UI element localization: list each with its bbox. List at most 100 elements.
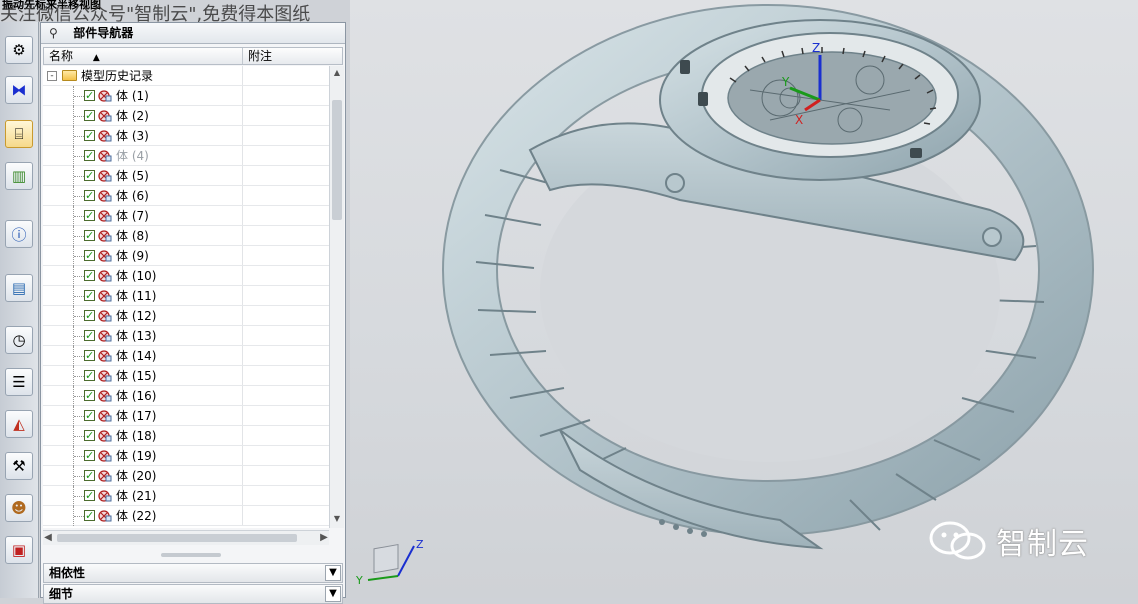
tree-body-row[interactable]: ✓ 体 (9) xyxy=(43,246,329,266)
scroll-up-icon[interactable]: ▲ xyxy=(332,68,342,80)
visibility-checkbox[interactable]: ✓ xyxy=(84,350,95,361)
info-button[interactable]: ⓘ xyxy=(5,220,33,248)
history-button[interactable]: ◷ xyxy=(5,326,33,354)
panel-splitter[interactable] xyxy=(161,553,221,557)
tree-body-row[interactable]: ✓ 体 (16) xyxy=(43,386,329,406)
horizontal-scrollbar[interactable]: ◀ ▶ xyxy=(43,530,329,545)
visibility-checkbox[interactable]: ✓ xyxy=(84,450,95,461)
scroll-down-icon[interactable]: ▼ xyxy=(332,514,342,526)
visibility-checkbox[interactable]: ✓ xyxy=(84,190,95,201)
visibility-checkbox[interactable]: ✓ xyxy=(84,130,95,141)
part-navigator-button[interactable]: ⌸ xyxy=(5,120,33,148)
hscroll-thumb[interactable] xyxy=(57,534,297,542)
team-button[interactable]: ☻ xyxy=(5,494,33,522)
pin-icon[interactable]: ⚲ xyxy=(49,23,61,43)
visibility-checkbox[interactable]: ✓ xyxy=(84,170,95,181)
color-roles-icon: ◭ xyxy=(13,415,25,433)
scroll-thumb[interactable] xyxy=(332,100,342,220)
tree-body-row[interactable]: ✓ 体 (17) xyxy=(43,406,329,426)
chevron-down-icon[interactable]: ▼ xyxy=(325,586,341,602)
tree-body-row[interactable]: ✓ 体 (12) xyxy=(43,306,329,326)
triad-z-label: Z xyxy=(812,41,820,55)
palette-button[interactable]: ▣ xyxy=(5,536,33,564)
body-label: 体 (12) xyxy=(116,309,157,323)
body-label: 体 (16) xyxy=(116,389,157,403)
tree-body-row[interactable]: ✓ 体 (8) xyxy=(43,226,329,246)
visibility-checkbox[interactable]: ✓ xyxy=(84,110,95,121)
chevron-down-icon[interactable]: ▼ xyxy=(325,565,341,581)
dependency-section[interactable]: 相依性 ▼ xyxy=(43,563,343,583)
visibility-checkbox[interactable]: ✓ xyxy=(84,390,95,401)
tree-body-row[interactable]: ✓ 体 (5) xyxy=(43,166,329,186)
tree-connector xyxy=(74,516,84,517)
tree-body-row[interactable]: ✓ 体 (2) xyxy=(43,106,329,126)
tree-body-row[interactable]: ✓ 体 (14) xyxy=(43,346,329,366)
visibility-checkbox[interactable]: ✓ xyxy=(84,90,95,101)
tree-body-row[interactable]: ✓ 体 (15) xyxy=(43,366,329,386)
visibility-checkbox[interactable]: ✓ xyxy=(84,370,95,381)
tree-connector xyxy=(74,96,84,97)
brand-watermark: 智制云 xyxy=(928,519,1089,563)
tree-root-row[interactable]: - 模型历史记录 xyxy=(43,66,329,86)
vertical-scrollbar[interactable]: ▲ ▼ xyxy=(329,66,344,528)
details-section[interactable]: 细节 ▼ xyxy=(43,584,343,604)
reuse-library-button[interactable]: ▥ xyxy=(5,162,33,190)
visibility-checkbox[interactable]: ✓ xyxy=(84,470,95,481)
watch-model[interactable]: Z Y X xyxy=(350,0,1138,598)
tree-body-row[interactable]: ✓ 体 (19) xyxy=(43,446,329,466)
visibility-checkbox[interactable]: ✓ xyxy=(84,510,95,521)
web-browser-button[interactable]: ▤ xyxy=(5,274,33,302)
visibility-checkbox[interactable]: ✓ xyxy=(84,230,95,241)
tree-body-row[interactable]: ✓ 体 (1) xyxy=(43,86,329,106)
tree-body-row[interactable]: ✓ 体 (3) xyxy=(43,126,329,146)
visibility-checkbox[interactable]: ✓ xyxy=(84,150,95,161)
part-navigator-panel: ⚲ 部件导航器 名称 ▲ 附注 - 模型历史记录 ✓ 体 (1) ✓ 体 (2) ✓ 体 … xyxy=(40,22,346,604)
visibility-checkbox[interactable]: ✓ xyxy=(84,290,95,301)
note-cell xyxy=(242,86,329,105)
assembly-icon: ⚙ xyxy=(12,41,26,59)
column-note-header[interactable]: 附注 xyxy=(243,48,342,64)
graphics-viewport[interactable]: Z Y X Z Y 智制云 xyxy=(350,0,1138,598)
visibility-checkbox[interactable]: ✓ xyxy=(84,270,95,281)
solid-body-icon xyxy=(98,430,112,442)
tree-connector xyxy=(74,376,84,377)
constraint-icon: ⧓ xyxy=(11,81,27,99)
visibility-checkbox[interactable]: ✓ xyxy=(84,310,95,321)
solid-body-icon xyxy=(98,210,112,222)
scroll-right-icon[interactable]: ▶ xyxy=(319,531,329,545)
tree-body-row[interactable]: ✓ 体 (20) xyxy=(43,466,329,486)
tree-body-row[interactable]: ✓ 体 (6) xyxy=(43,186,329,206)
part-navigator-icon: ⌸ xyxy=(14,125,24,143)
tree-body-row[interactable]: ✓ 体 (21) xyxy=(43,486,329,506)
collapse-icon[interactable]: - xyxy=(47,71,57,81)
assembly-navigator-button[interactable]: ⚙ xyxy=(5,36,33,64)
tree-body-row[interactable]: ✓ 体 (10) xyxy=(43,266,329,286)
note-cell xyxy=(242,186,329,205)
body-label: 体 (11) xyxy=(116,289,157,303)
system-scene-button[interactable]: ⚒ xyxy=(5,452,33,480)
body-label: 体 (19) xyxy=(116,449,157,463)
visibility-checkbox[interactable]: ✓ xyxy=(84,490,95,501)
tree-body-row[interactable]: ✓ 体 (13) xyxy=(43,326,329,346)
process-studio-button[interactable]: ☰ xyxy=(5,368,33,396)
visibility-checkbox[interactable]: ✓ xyxy=(84,410,95,421)
visibility-checkbox[interactable]: ✓ xyxy=(84,250,95,261)
tree-body-row[interactable]: ✓ 体 (4) xyxy=(43,146,329,166)
visibility-checkbox[interactable]: ✓ xyxy=(84,330,95,341)
solid-body-icon xyxy=(98,110,112,122)
constraint-navigator-button[interactable]: ⧓ xyxy=(5,76,33,104)
visibility-checkbox[interactable]: ✓ xyxy=(84,210,95,221)
document-icon: ▤ xyxy=(11,279,27,297)
column-name-header[interactable]: 名称 ▲ xyxy=(44,48,243,64)
tree-body-row[interactable]: ✓ 体 (7) xyxy=(43,206,329,226)
tree-body-row[interactable]: ✓ 体 (22) xyxy=(43,506,329,526)
info-icon: ⓘ xyxy=(11,225,27,244)
scroll-left-icon[interactable]: ◀ xyxy=(43,531,53,545)
tree-connector xyxy=(74,136,84,137)
tree-body-row[interactable]: ✓ 体 (18) xyxy=(43,426,329,446)
resource-bar: ⚙ ⧓ ⌸ ▥ ⓘ ▤ ◷ ☰ ◭ ⚒ ☻ ▣ xyxy=(0,22,39,598)
roles-button[interactable]: ◭ xyxy=(5,410,33,438)
tree-body-row[interactable]: ✓ 体 (11) xyxy=(43,286,329,306)
body-label: 体 (20) xyxy=(116,469,157,483)
visibility-checkbox[interactable]: ✓ xyxy=(84,430,95,441)
